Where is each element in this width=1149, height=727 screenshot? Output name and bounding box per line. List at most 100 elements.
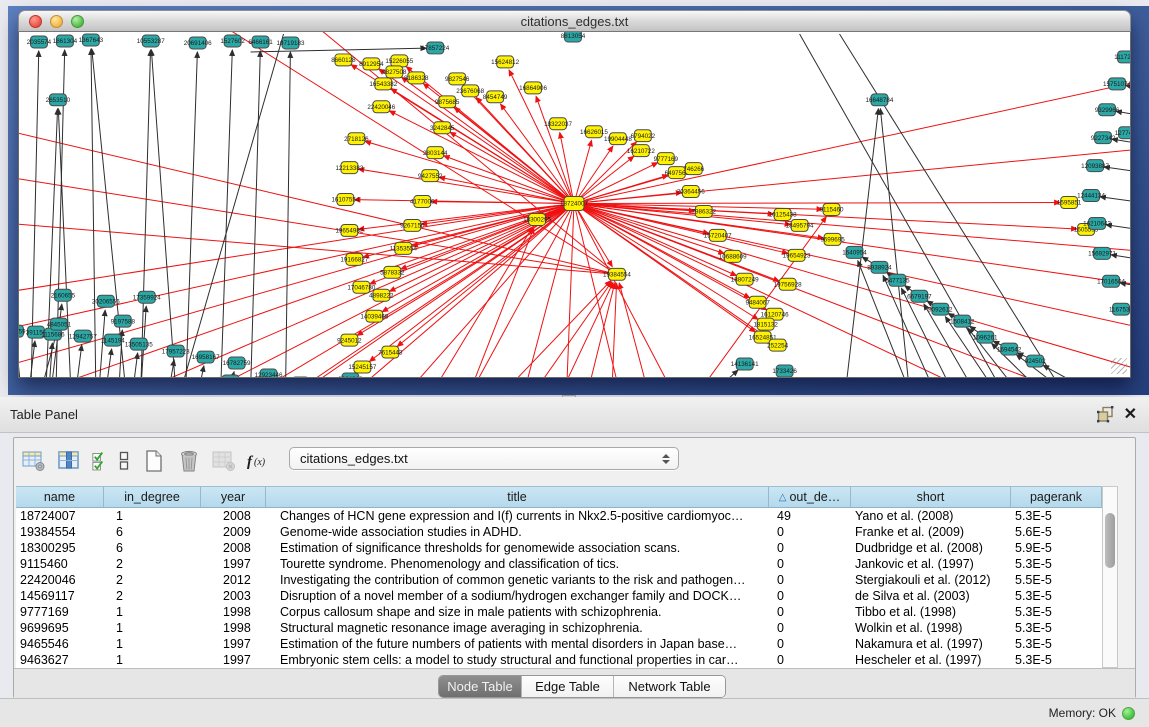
graph-node-label: 12093887 [1081,163,1109,170]
graph-node[interactable] [222,375,239,377]
table-tab-strip: Node Table Edge Table Network Table [14,668,1135,698]
table-row[interactable]: 1872400712008Changes of HCN gene express… [16,508,1102,524]
graph-node-label: 9197588 [111,318,136,325]
table-cell-year: 2012 [201,572,266,588]
graph-node-label: 9875685 [435,99,460,106]
graph-node-label: 9329966 [1095,107,1120,114]
select-column-icon[interactable] [56,448,82,474]
graph-edge [574,204,660,377]
graph-edge [251,51,261,377]
graph-node-label: 2064312 [338,376,363,377]
network-svg[interactable]: 1872400718300295193845548660128891295415… [19,32,1130,377]
table-row[interactable]: 946554611997Estimation of the future num… [16,636,1102,652]
table-row[interactable]: 1830029562008Estimation of significance … [16,540,1102,556]
table-cell-short: Yano et al. (2008) [851,508,1011,524]
stacked-squares-icon[interactable] [116,448,132,474]
table-row[interactable]: 946362711997Embryonic stem cells: a mode… [16,652,1102,668]
graph-node-label: 18300295 [523,217,551,224]
table-type-tabs: Node Table Edge Table Network Table [438,675,726,698]
column-header-in_degree[interactable]: in_degree [104,487,201,507]
graph-node-label: 16210722 [627,148,655,155]
column-header-title[interactable]: title [266,487,769,507]
close-window-button[interactable] [29,15,42,28]
network-table-select[interactable]: citations_edges.txt [289,447,679,470]
table-cell-title: Estimation of the future numbers of pati… [266,636,769,652]
graph-node-label: 12923446 [255,372,283,377]
tab-edge-table[interactable]: Edge Table [521,676,613,697]
table-cell-pagerank: 5.3E-5 [1011,588,1102,604]
new-table-icon[interactable] [141,448,167,474]
graph-node-label: 20364456 [677,189,705,196]
network-view-window: citations_edges.txt 18724007183002951938… [18,10,1131,378]
table-cell-name: 9115460 [16,556,104,572]
table-row[interactable]: 2242004622012Investigating the contribut… [16,572,1102,588]
table-cell-short: Stergiakouli et al. (2012) [851,572,1011,588]
graph-node-label: 9699695 [820,237,845,244]
graph-node-label: 1527602 [220,38,245,45]
table-row[interactable]: 1456911722003Disruption of a novel membe… [16,588,1102,604]
graph-node-label: 19166827 [340,257,368,264]
graph-edge [574,140,592,203]
graph-node-label: 6477135 [885,277,910,284]
row-selection-icon[interactable] [91,448,107,474]
table-cell-year: 2009 [201,524,266,540]
column-settings-icon[interactable] [21,448,47,474]
graph-node-label: 4898222 [369,292,394,299]
scrollbar-thumb[interactable] [1105,513,1115,568]
graph-node-label: 22420046 [367,104,395,111]
graph-node-label: 9484067 [745,299,770,306]
minimize-window-button[interactable] [50,15,63,28]
column-header-short[interactable]: short [851,487,1011,507]
column-header-pagerank[interactable]: pagerank [1011,487,1102,507]
graph-node-label: 16107554 [331,197,359,204]
table-row[interactable]: 977716911998Corpus callosum shape and si… [16,604,1102,620]
graph-edge [106,349,112,377]
table-cell-out_degree: 0 [769,636,851,652]
graph-node-label: 11353554 [390,246,418,253]
tab-node-table[interactable]: Node Table [439,676,521,697]
window-resize-grip[interactable] [1111,358,1127,374]
graph-node-label: 18322037 [544,121,572,128]
graph-node-label: 15245157 [348,364,376,371]
function-builder-icon[interactable]: f (x) [246,448,272,474]
column-header-year[interactable]: year [201,487,266,507]
table-row[interactable]: 969969511998Structural magnetic resonanc… [16,620,1102,636]
zoom-window-button[interactable] [71,15,84,28]
graph-node-label: 4177006 [410,199,435,206]
table-vertical-scrollbar[interactable] [1102,486,1118,668]
graph-node-label: 16626015 [580,129,608,136]
graph-edge [574,204,1130,377]
tab-network-table[interactable]: Network Table [613,676,725,697]
table-cell-name: 9463627 [16,652,104,668]
network-window-titlebar[interactable]: citations_edges.txt [18,10,1131,32]
column-header-name[interactable]: name [16,487,104,507]
table-cell-year: 1997 [201,652,266,668]
table-panel-header: Table Panel ✕ [0,397,1149,433]
table-row[interactable]: 1938455462009Genome-wide association stu… [16,524,1102,540]
delete-table-icon[interactable] [176,448,202,474]
close-panel-icon[interactable]: ✕ [1124,407,1137,423]
graph-edge [358,169,574,203]
graph-node-label: 16210643 [1083,221,1111,228]
graph-node-label: 2160655 [51,292,76,299]
float-panel-icon[interactable] [1097,406,1114,423]
graph-node-label: 2803144 [423,150,448,157]
table-cell-year: 2003 [201,588,266,604]
graph-edge [76,345,82,377]
network-canvas[interactable]: 1872400718300295193845548660128891295415… [18,32,1131,378]
graph-node-label: 17016504 [1097,278,1125,285]
graph-node-label: 15624812 [491,59,519,66]
table-cell-in_degree: 6 [104,524,201,540]
graph-node-label: 6466161 [248,39,273,46]
graph-node-label: 18724007 [560,201,588,208]
column-header-out_degree[interactable]: △out_de… [769,487,851,507]
table-row[interactable]: 911546021997Tourette syndrome. Phenomeno… [16,556,1102,572]
graph-edge [574,156,634,203]
graph-node-label: 6679197 [907,293,932,300]
graph-node-label: 1145194 [101,337,125,344]
graph-edge [715,370,738,377]
graph-node-label: 20206556 [92,298,120,305]
sort-ascending-icon: △ [779,492,787,503]
table-cell-out_degree: 0 [769,524,851,540]
memory-status-indicator[interactable] [1122,707,1135,720]
